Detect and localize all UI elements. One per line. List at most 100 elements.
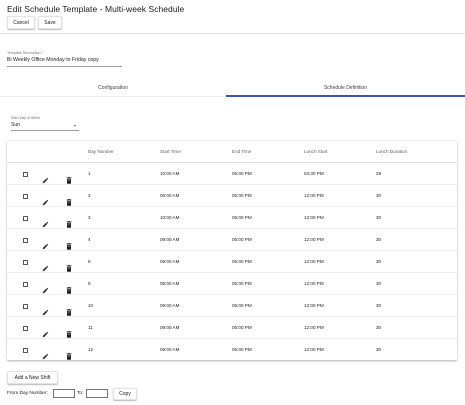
cell-lunch-duration: 30 <box>376 193 382 198</box>
cell-lunch-start: 12:00 PM <box>304 237 324 242</box>
table-row: 9 09:00 AM 05:00 PM 12:00 PM 30 <box>7 273 457 295</box>
row-checkbox[interactable] <box>23 215 29 221</box>
chevron-down-icon[interactable] <box>74 125 76 127</box>
template-description-input[interactable]: Bi Weekly Office Monday to Friday copy <box>7 57 99 63</box>
copy-from-label: From Day Number: <box>7 391 48 396</box>
header-lunch-duration[interactable]: Lunch Duration <box>376 141 407 163</box>
delete-icon[interactable] <box>66 193 72 206</box>
edit-icon[interactable] <box>42 259 49 272</box>
cell-day-number: 9 <box>88 281 91 286</box>
cell-end-time: 05:00 PM <box>232 215 252 220</box>
delete-icon[interactable] <box>66 347 72 360</box>
header-start-time[interactable]: Start Time <box>160 141 181 163</box>
cell-day-number: 4 <box>88 237 91 242</box>
delete-icon[interactable] <box>66 215 72 228</box>
start-day-label: Start Day of Week <box>11 116 41 120</box>
table-row: 8 09:00 AM 05:00 PM 12:00 PM 30 <box>7 251 457 273</box>
cell-lunch-duration: 29 <box>376 171 382 176</box>
edit-icon[interactable] <box>42 215 49 228</box>
add-shift-button[interactable]: Add a New Shift <box>7 371 58 384</box>
cell-start-time: 10:00 AM <box>160 215 180 220</box>
copy-from-input[interactable] <box>53 389 75 398</box>
delete-icon[interactable] <box>66 259 72 272</box>
cell-start-time: 09:00 AM <box>160 303 180 308</box>
row-checkbox[interactable] <box>23 237 29 243</box>
cell-lunch-duration: 30 <box>376 325 382 330</box>
row-checkbox[interactable] <box>23 171 29 177</box>
cell-start-time: 09:00 AM <box>160 347 180 352</box>
start-day-underline <box>11 130 79 131</box>
row-checkbox[interactable] <box>23 281 29 287</box>
cell-start-time: 06:00 AM <box>160 193 180 198</box>
cell-end-time: 05:00 PM <box>232 303 252 308</box>
cell-lunch-duration: 30 <box>376 215 382 220</box>
edit-icon[interactable] <box>42 281 49 294</box>
start-day-value[interactable]: Sun <box>11 122 20 128</box>
cell-lunch-duration: 30 <box>376 281 382 286</box>
table-row: 10 09:00 AM 05:00 PM 12:00 PM 30 <box>7 295 457 317</box>
edit-icon[interactable] <box>42 171 49 184</box>
row-checkbox[interactable] <box>23 325 29 331</box>
cell-end-time: 05:00 PM <box>232 325 252 330</box>
table-row: 1 10:00 AM 05:00 PM 04:30 PM 29 <box>7 163 457 185</box>
row-checkbox[interactable] <box>23 193 29 199</box>
cell-day-number: 1 <box>88 171 91 176</box>
cell-lunch-duration: 30 <box>376 303 382 308</box>
edit-icon[interactable] <box>42 193 49 206</box>
delete-icon[interactable] <box>66 237 72 250</box>
cell-start-time: 09:00 AM <box>160 281 180 286</box>
cell-end-time: 05:00 PM <box>232 171 252 176</box>
row-checkbox[interactable] <box>23 259 29 265</box>
cell-start-time: 09:00 AM <box>160 325 180 330</box>
header-divider <box>0 33 465 34</box>
edit-icon[interactable] <box>42 303 49 316</box>
cell-end-time: 05:00 PM <box>232 259 252 264</box>
cell-end-time: 05:00 PM <box>232 281 252 286</box>
tab-active-indicator <box>226 95 465 97</box>
cell-lunch-start: 12:00 PM <box>304 259 324 264</box>
cell-lunch-start: 12:00 PM <box>304 347 324 352</box>
copy-button[interactable]: Copy <box>113 388 137 400</box>
cell-day-number: 2 <box>88 193 91 198</box>
cell-end-time: 05:00 PM <box>232 347 252 352</box>
cell-start-time: 09:00 AM <box>160 237 180 242</box>
header-day-number[interactable]: Day Number <box>88 141 114 163</box>
copy-to-input[interactable] <box>86 389 108 398</box>
shift-table: Day Number Start Time End Time Lunch Sta… <box>7 141 457 360</box>
header-end-time[interactable]: End Time <box>232 141 251 163</box>
template-description-label: Template Description * <box>7 51 43 55</box>
cell-day-number: 3 <box>88 215 91 220</box>
table-row: 12 09:00 AM 05:00 PM 12:00 PM 30 <box>7 339 457 361</box>
table-row: 4 09:00 AM 05:00 PM 12:00 PM 30 <box>7 229 457 251</box>
table-row: 3 10:00 AM 05:00 PM 12:00 PM 30 <box>7 207 457 229</box>
cell-end-time: 05:00 PM <box>232 237 252 242</box>
delete-icon[interactable] <box>66 171 72 184</box>
tab-schedule-definition[interactable]: Schedule Definition <box>226 80 465 96</box>
cell-lunch-start: 12:00 PM <box>304 325 324 330</box>
delete-icon[interactable] <box>66 281 72 294</box>
cell-lunch-start: 12:00 PM <box>304 193 324 198</box>
save-button[interactable]: Save <box>38 16 62 29</box>
edit-icon[interactable] <box>42 347 49 360</box>
cell-lunch-duration: 30 <box>376 347 382 352</box>
cancel-button[interactable]: Cancel <box>7 16 35 29</box>
template-description-underline <box>7 65 122 67</box>
delete-icon[interactable] <box>66 303 72 316</box>
page-title: Edit Schedule Template - Multi-week Sche… <box>7 4 185 14</box>
tab-configuration[interactable]: Configuration <box>0 80 226 96</box>
cell-start-time: 09:00 AM <box>160 259 180 264</box>
cell-day-number: 11 <box>88 325 93 330</box>
edit-icon[interactable] <box>42 237 49 250</box>
row-checkbox[interactable] <box>23 303 29 309</box>
cell-end-time: 05:00 PM <box>232 193 252 198</box>
copy-to-label: To: <box>77 391 84 396</box>
table-row: 11 09:00 AM 05:00 PM 12:00 PM 30 <box>7 317 457 339</box>
edit-icon[interactable] <box>42 325 49 338</box>
header-lunch-start[interactable]: Lunch Start <box>304 141 328 163</box>
cell-day-number: 8 <box>88 259 91 264</box>
cell-day-number: 12 <box>88 347 94 352</box>
delete-icon[interactable] <box>66 325 72 338</box>
row-checkbox[interactable] <box>23 347 29 353</box>
cell-start-time: 10:00 AM <box>160 171 180 176</box>
cell-lunch-duration: 30 <box>376 237 382 242</box>
